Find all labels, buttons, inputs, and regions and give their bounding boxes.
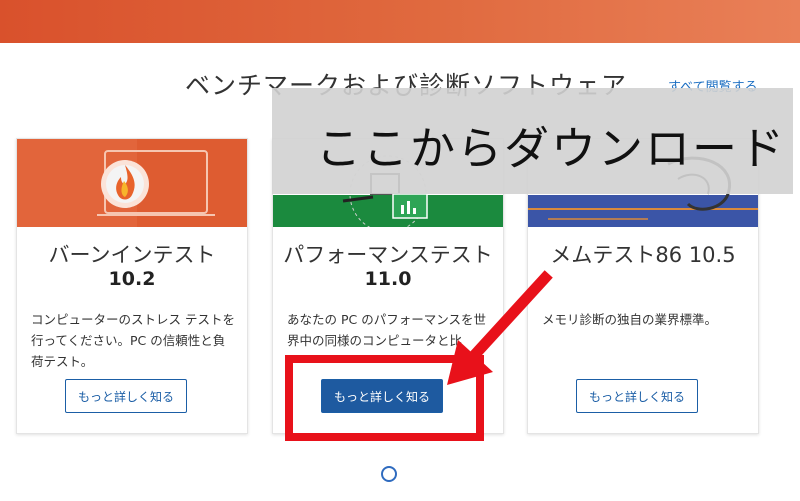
carousel-dot[interactable] (381, 466, 397, 482)
red-arrow-icon (447, 270, 553, 385)
